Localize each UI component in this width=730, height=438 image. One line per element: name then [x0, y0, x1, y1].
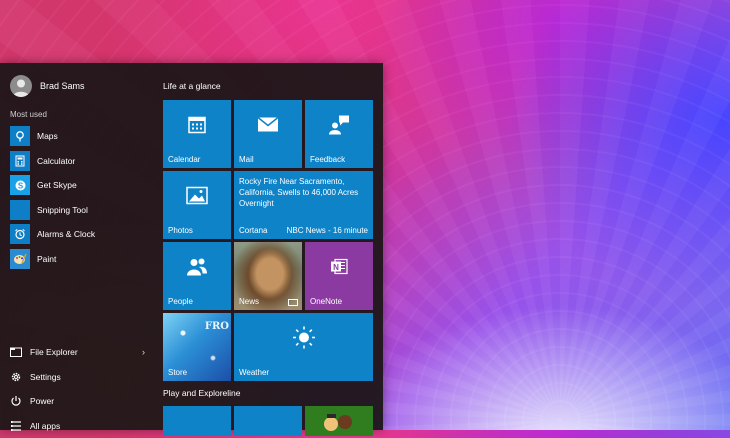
group-title-play-and-explore: Play and Exploreline	[163, 388, 241, 398]
app-item-label: Get Skype	[37, 180, 77, 190]
news-icon	[288, 299, 298, 306]
paint-icon	[10, 249, 30, 269]
tile-label: Calendar	[168, 155, 200, 164]
bottom-item-label: All apps	[30, 421, 145, 431]
app-item-get-skype[interactable]: S Get Skype	[10, 173, 95, 198]
cortana-source: NBC News - 16 minute	[287, 226, 368, 235]
bottom-item-label: File Explorer	[30, 347, 134, 357]
tile-news[interactable]: News	[234, 242, 302, 310]
alarm-icon	[10, 224, 30, 244]
group-title-life-at-a-glance: Life at a glance	[163, 81, 221, 91]
chevron-right-icon[interactable]: ›	[142, 347, 145, 357]
app-item-label: Maps	[37, 131, 58, 141]
tile-weather[interactable]: Weather	[234, 313, 373, 381]
app-item-label: Snipping Tool	[37, 205, 88, 215]
scissors-icon	[10, 200, 30, 220]
file-explorer-item[interactable]: File Explorer ›	[10, 340, 145, 365]
feedback-icon	[328, 115, 350, 140]
tile-label: Mail	[239, 155, 254, 164]
svg-text:N: N	[333, 263, 339, 272]
people-icon	[186, 258, 208, 281]
app-item-maps[interactable]: Maps	[10, 124, 95, 149]
app-item-calculator[interactable]: Calculator	[10, 149, 95, 174]
cortana-headline: Rocky Fire Near Sacramento, California, …	[239, 176, 368, 209]
tile-label: People	[168, 297, 193, 306]
calendar-icon	[187, 115, 207, 140]
app-item-label: Alarms & Clock	[37, 229, 95, 239]
app-item-label: Calculator	[37, 156, 75, 166]
tile-play-2[interactable]	[234, 406, 302, 436]
maps-icon	[10, 126, 30, 146]
onenote-icon: N	[329, 257, 349, 282]
tile-label: News	[239, 297, 259, 306]
tile-label: Feedback	[310, 155, 345, 164]
bottom-item-label: Power	[30, 396, 145, 406]
app-item-label: Paint	[37, 254, 56, 264]
power-item[interactable]: Power	[10, 389, 145, 414]
tile-mail[interactable]: Mail	[234, 100, 302, 168]
avatar	[10, 75, 32, 97]
skype-icon: S	[10, 175, 30, 195]
settings-item[interactable]: Settings	[10, 365, 145, 390]
tile-label: Weather	[239, 368, 269, 377]
tile-feedback[interactable]: Feedback	[305, 100, 373, 168]
gear-icon	[10, 371, 22, 383]
user-name: Brad Sams	[40, 81, 85, 91]
svg-text:S: S	[17, 181, 23, 190]
photos-icon	[186, 187, 208, 210]
app-item-snipping-tool[interactable]: Snipping Tool	[10, 198, 95, 223]
tile-onenote[interactable]: N OneNote	[305, 242, 373, 310]
tile-xbox[interactable]	[305, 406, 373, 436]
most-used-list: Maps Calculator S Get Skype Snipping Too…	[10, 124, 95, 271]
tile-label: Store	[168, 368, 187, 377]
calculator-icon	[10, 151, 30, 171]
start-menu: Brad Sams Most used Maps Calculator S G	[0, 63, 383, 430]
app-item-paint[interactable]: Paint	[10, 247, 95, 272]
user-account[interactable]: Brad Sams	[10, 75, 85, 97]
start-left-column: Brad Sams Most used Maps Calculator S G	[0, 63, 152, 430]
tile-label: OneNote	[310, 297, 342, 306]
app-item-alarms-clock[interactable]: Alarms & Clock	[10, 222, 95, 247]
tile-cortana[interactable]: Rocky Fire Near Sacramento, California, …	[234, 171, 373, 239]
store-art-text: FRO	[205, 321, 229, 332]
user-icon	[10, 75, 32, 97]
bottom-item-label: Settings	[30, 372, 145, 382]
tile-calendar[interactable]: Calendar	[163, 100, 231, 168]
start-bottom-list: File Explorer › Settings Power All apps	[10, 340, 145, 438]
folder-icon	[10, 346, 22, 358]
tile-label: Cortana	[239, 226, 267, 235]
xbox-avatars-icon	[305, 406, 373, 436]
sun-icon	[292, 326, 316, 355]
tiles-area: Life at a glance Calendar Mail Feedback	[163, 63, 378, 430]
tile-people[interactable]: People	[163, 242, 231, 310]
tile-store[interactable]: FRO Store	[163, 313, 231, 381]
mail-icon	[257, 117, 279, 138]
power-icon	[10, 395, 22, 407]
most-used-heading: Most used	[10, 110, 47, 119]
all-apps-item[interactable]: All apps	[10, 414, 145, 438]
tile-play-1[interactable]	[163, 406, 231, 436]
tile-label: Photos	[168, 226, 193, 235]
tile-photos[interactable]: Photos	[163, 171, 231, 239]
